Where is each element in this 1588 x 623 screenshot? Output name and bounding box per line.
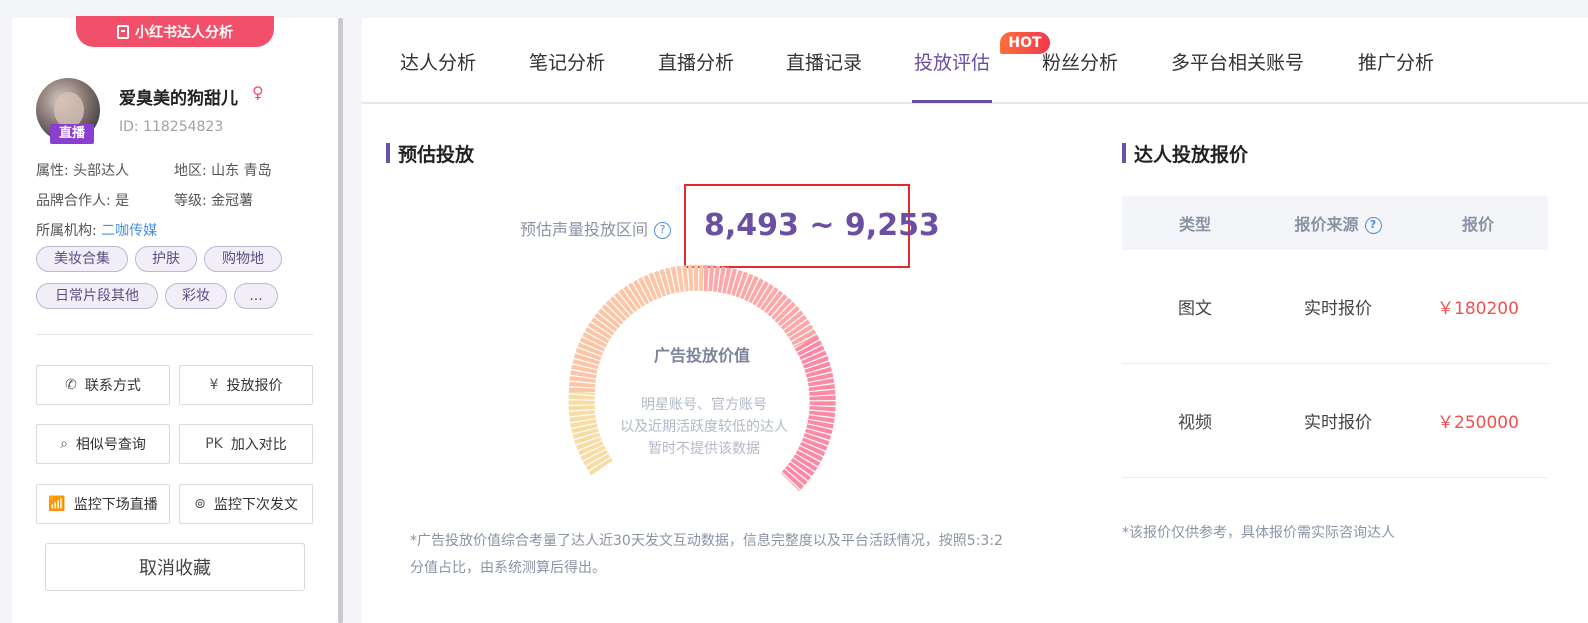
level-info: 等级: 金冠薯 [174, 193, 254, 209]
tab-live-analysis[interactable]: 直播分析 [658, 48, 734, 75]
tag-item[interactable]: 购物地 [204, 246, 282, 272]
search-icon: ⌕ [60, 436, 68, 452]
platform-banner-label: 小红书达人分析 [135, 24, 233, 41]
estimate-section-title: 预估投放 [386, 140, 474, 167]
table-header: 类型 报价来源? 报价 [1122, 196, 1548, 250]
monitor-live-button[interactable]: 📶 监控下场直播 [36, 484, 170, 524]
ad-value-gauge [568, 264, 836, 492]
tag-item[interactable]: 美妆合集 [36, 246, 128, 272]
phone-icon: ✆ [65, 377, 77, 393]
gauge-message: 明星账号、官方账号 以及近期活跃度较低的达人 暂时不提供该数据 [620, 397, 788, 457]
more-tags-button[interactable]: ... [234, 283, 278, 309]
table-row: 视频 实时报价 ￥250000 [1122, 364, 1548, 478]
divider [36, 334, 314, 335]
similar-search-button[interactable]: ⌕ 相似号查询 [36, 424, 170, 464]
book-icon [117, 24, 129, 39]
pricing-table: 类型 报价来源? 报价 图文 实时报价 ￥180200 视频 实时报价 ￥250… [1122, 196, 1548, 478]
gauge-segment [703, 265, 818, 349]
help-icon[interactable]: ? [654, 222, 672, 239]
user-id: ID: 118254823 [119, 119, 224, 135]
tab-bar: 达人分析 笔记分析 直播分析 直播记录 投放评估 粉丝分析 多平台相关账号 推广… [362, 18, 1588, 104]
tab-promotion-analysis[interactable]: 推广分析 [1358, 48, 1434, 75]
profile-sidebar: 小红书达人分析 直播 爱臭美的狗甜儿 ♀ ID: 118254823 属性: 头… [12, 16, 342, 623]
organization-link[interactable]: 二咖传媒 [101, 223, 157, 239]
tag-item[interactable]: 护肤 [135, 246, 197, 272]
location-pin-icon: ⊚ [194, 496, 206, 512]
tag-item[interactable]: 日常片段其他 [36, 283, 158, 309]
tab-creator-analysis[interactable]: 达人分析 [400, 48, 476, 75]
brand-partner-info: 品牌合作人: 是 [36, 193, 130, 209]
tab-multi-platform[interactable]: 多平台相关账号 [1171, 48, 1304, 75]
nickname: 爱臭美的狗甜儿 [119, 89, 238, 109]
active-tab-indicator [912, 100, 992, 103]
contact-button[interactable]: ✆ 联系方式 [36, 365, 170, 405]
tab-fan-analysis[interactable]: 粉丝分析 [1042, 48, 1118, 75]
female-gender-icon: ♀ [252, 83, 264, 102]
column-header-source: 报价来源? [1268, 211, 1408, 235]
price-tag-icon: ¥ [209, 377, 219, 393]
help-icon[interactable]: ? [1364, 217, 1382, 234]
tab-live-records[interactable]: 直播记录 [786, 48, 862, 75]
pricing-footnote: *该报价仅供参考，具体报价需实际咨询达人 [1122, 525, 1395, 541]
pk-icon: PK [205, 436, 223, 452]
add-compare-button[interactable]: PK 加入对比 [179, 424, 313, 464]
live-badge: 直播 [50, 124, 94, 144]
main-panel: 达人分析 笔记分析 直播分析 直播记录 投放评估 粉丝分析 多平台相关账号 推广… [362, 18, 1588, 623]
tab-note-analysis[interactable]: 笔记分析 [529, 48, 605, 75]
region-info: 地区: 山东 青岛 [174, 163, 272, 179]
pricing-section-title: 达人投放报价 [1122, 140, 1248, 167]
gauge-title: 广告投放价值 [653, 346, 750, 365]
organization-info: 所属机构: 二咖传媒 [36, 223, 158, 239]
hot-badge: HOT [1000, 32, 1050, 54]
gauge-segment [569, 264, 705, 393]
sidebar-scrollbar[interactable] [338, 18, 343, 623]
chart-icon: 📶 [48, 496, 66, 512]
column-header-type: 类型 [1178, 215, 1211, 234]
tab-ad-evaluation[interactable]: 投放评估 [914, 48, 990, 75]
attribute-info: 属性: 头部达人 [36, 163, 130, 179]
uncollect-button[interactable]: 取消收藏 [45, 543, 305, 591]
estimate-footnote: *广告投放价值综合考量了达人近30天发文互动数据，信息完整度以及平台活跃情况，按… [410, 533, 1003, 576]
table-row: 图文 实时报价 ￥180200 [1122, 250, 1548, 364]
range-value: 8,493 ~ 9,253 [704, 208, 940, 243]
quote-button[interactable]: ¥ 投放报价 [179, 365, 313, 405]
range-label: 预估声量投放区间? [520, 216, 672, 240]
column-header-price: 报价 [1461, 215, 1494, 234]
platform-banner: 小红书达人分析 [76, 16, 274, 47]
tag-item[interactable]: 彩妆 [165, 283, 227, 309]
monitor-post-button[interactable]: ⊚ 监控下次发文 [179, 484, 313, 524]
